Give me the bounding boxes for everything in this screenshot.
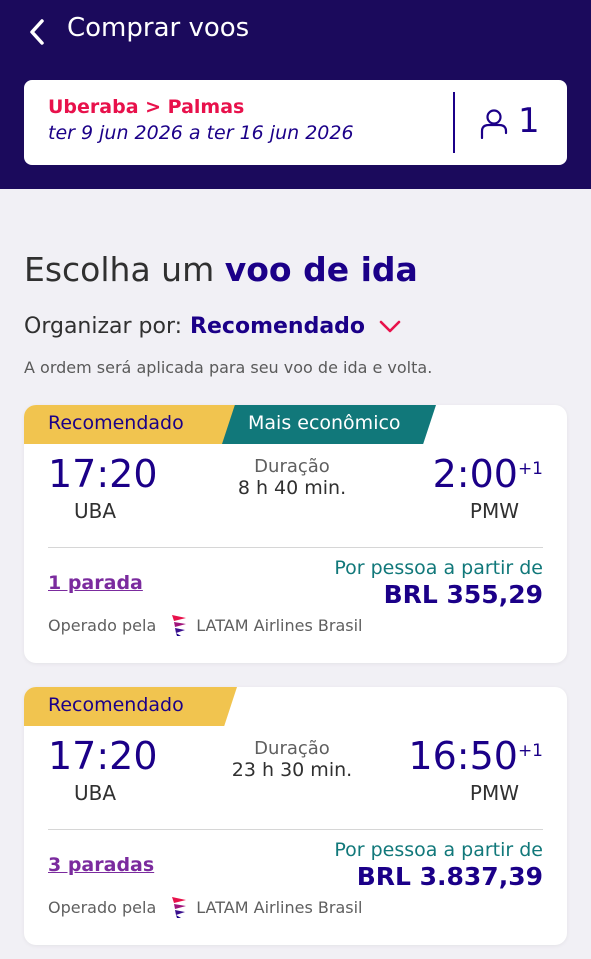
departure-code: UBA	[74, 499, 117, 523]
sort-note: A ordem será aplicada para seu voo de id…	[24, 358, 433, 377]
arrival-code: PMW	[469, 499, 519, 523]
price-label: Por pessoa a partir de	[334, 557, 543, 579]
price-value: BRL 3.837,39	[356, 862, 543, 891]
page-title: Comprar voos	[67, 13, 250, 43]
top-header: Comprar voos Uberaba > Palmas ter 9 jun …	[0, 0, 591, 189]
airline-name: LATAM Airlines Brasil	[196, 897, 363, 917]
stops-link[interactable]: 3 paradas	[48, 854, 154, 876]
section-title: Escolha um voo de ida	[24, 250, 418, 289]
divider	[48, 547, 543, 548]
chevron-left-icon	[30, 19, 44, 45]
search-summary-card[interactable]: Uberaba > Palmas ter 9 jun 2026 a ter 16…	[24, 80, 567, 165]
duration-value: 8 h 40 min.	[237, 477, 347, 499]
route-text: Uberaba > Palmas	[48, 96, 245, 118]
chevron-down-icon	[379, 320, 401, 332]
arrival-day-offset: +1	[517, 459, 543, 479]
latam-logo-icon	[172, 615, 187, 636]
dates-text: ter 9 jun 2026 a ter 16 jun 2026	[48, 122, 354, 144]
arrival-code: PMW	[469, 781, 519, 805]
badge-cheapest: Mais econômico	[222, 405, 436, 444]
badge-recommended: Recomendado	[24, 405, 237, 444]
duration-label: Duração	[254, 738, 330, 759]
latam-logo-icon	[172, 897, 187, 918]
divider	[453, 92, 455, 153]
badge-recommended: Recomendado	[24, 687, 237, 726]
section-title-prefix: Escolha um	[24, 250, 225, 289]
arrival-time: 16:50	[408, 734, 518, 778]
stops-link[interactable]: 1 parada	[48, 572, 143, 594]
section-title-strong: voo de ida	[224, 250, 418, 289]
back-button[interactable]	[22, 16, 52, 48]
sort-selector[interactable]: Organizar por: Recomendado	[24, 314, 401, 339]
price-label: Por pessoa a partir de	[334, 839, 543, 861]
arrival-time-group: 2:00 +1	[433, 452, 543, 496]
departure-code: UBA	[74, 781, 117, 805]
flight-card[interactable]: Recomendado Mais econômico 17:20 UBA Dur…	[24, 405, 567, 663]
operated-label: Operado pela	[48, 897, 157, 917]
flight-card[interactable]: Recomendado 17:20 UBA Duração 23 h 30 mi…	[24, 687, 567, 945]
duration-label: Duração	[254, 456, 330, 477]
divider	[48, 829, 543, 830]
arrival-time-group: 16:50 +1	[408, 734, 543, 778]
duration-value: 23 h 30 min.	[231, 759, 353, 781]
sort-label: Organizar por:	[24, 314, 183, 339]
passenger-count: 1	[518, 101, 540, 141]
operated-by: Operado pela LATAM Airlines Brasil	[48, 895, 362, 919]
departure-time: 17:20	[48, 452, 158, 496]
sort-value: Recomendado	[190, 314, 366, 339]
price-value: BRL 355,29	[383, 580, 543, 609]
departure-time: 17:20	[48, 734, 158, 778]
arrival-day-offset: +1	[517, 741, 543, 761]
person-icon	[480, 109, 508, 139]
operated-label: Operado pela	[48, 615, 157, 635]
arrival-time: 2:00	[432, 452, 518, 496]
operated-by: Operado pela LATAM Airlines Brasil	[48, 613, 362, 637]
airline-name: LATAM Airlines Brasil	[196, 615, 363, 635]
